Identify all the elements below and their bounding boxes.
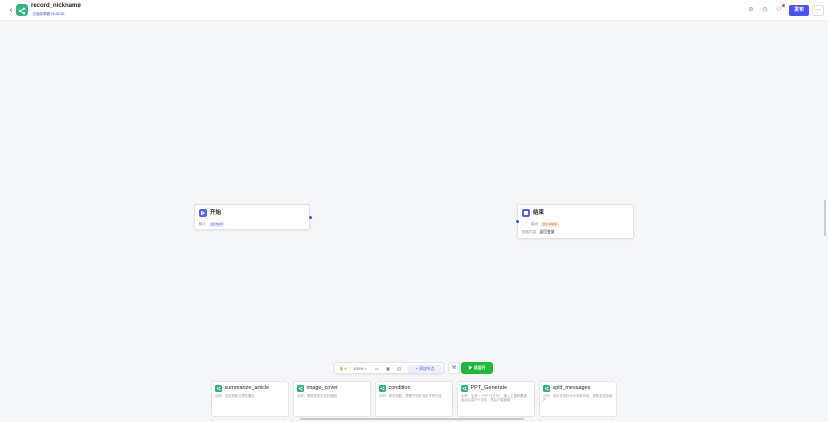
plugin-description: 示例：生成一个PPT幻灯片，输入主题和要求，自动生成PPT文件，然后下载链接 [461, 394, 531, 403]
add-node-button[interactable]: + 添加节点 [408, 364, 442, 373]
info-icon[interactable]: ⓘ [76, 3, 82, 9]
fit-view-icon[interactable]: ◰ [395, 365, 403, 372]
plugin-card[interactable]: summarize_article 示例：总结提取文章的要点 [211, 381, 289, 417]
plugin-icon [543, 385, 550, 392]
top-bar: ‹ record_nickname ✎ⓘ 已保存草稿 15:30:36 ⊘ ◷ … [0, 0, 828, 21]
link-icon[interactable]: ⊘ [746, 6, 756, 14]
test-run-button[interactable]: ▶ 试运行 [461, 362, 493, 374]
vertical-scrollbar[interactable] [824, 200, 826, 236]
end-output-label: 输出 [531, 222, 539, 226]
publish-button[interactable]: 发布 [789, 5, 809, 16]
end-input-port[interactable] [516, 220, 519, 223]
start-node[interactable]: 开始 输入 {x} input [194, 204, 312, 230]
end-node-title: 结束 [533, 210, 545, 216]
pan-mode-icon[interactable]: ✋˅ [338, 365, 348, 372]
end-node-icon [522, 209, 530, 217]
zoom-level[interactable]: 100% ˅ [349, 365, 371, 372]
plugin-title: summarize_article [224, 385, 270, 391]
plugin-icon [215, 385, 222, 392]
notification-dot [782, 4, 785, 7]
save-status-badge: 已保存草稿 15:30:36 [31, 11, 67, 17]
comment-icon[interactable]: ▭ [373, 365, 381, 372]
debug-tool-icon[interactable]: ⚒ [448, 362, 460, 374]
plugin-title: PPT_Generate [470, 385, 508, 391]
output-variable-tag: {x} output [541, 222, 559, 227]
history-icon[interactable]: ◷ [760, 6, 770, 14]
collaborators-icon[interactable]: ⚇ [774, 6, 784, 14]
plugin-card[interactable]: PPT_Generate 示例：生成一个PPT幻灯片，输入主题和要求，自动生成P… [457, 381, 535, 417]
answer-content-label: 回答内容 [522, 230, 537, 234]
plugin-description: 示例：总结提取文章的要点 [215, 394, 255, 398]
plugin-card[interactable]: condition 示例：条件判断，根据不同情况走不同分支 [375, 381, 453, 417]
plugin-title: image_cover [306, 385, 339, 391]
plugin-title: split_messages [552, 385, 591, 391]
start-node-title: 开始 [210, 210, 222, 216]
plugin-title: condition [388, 385, 411, 391]
minimap-icon[interactable]: ▦ [384, 365, 392, 372]
plugin-description: 示例：将长文本拆分为多条消息，逐条发送给用户 [543, 394, 613, 403]
start-output-port[interactable] [309, 216, 312, 219]
plugin-card[interactable]: split_messages 示例：将长文本拆分为多条消息，逐条发送给用户 [539, 381, 617, 417]
start-node-icon [199, 209, 207, 217]
plugin-icon [297, 385, 304, 392]
plugin-icon [461, 385, 468, 392]
end-node[interactable]: 结束 输出 {x} output 回答内容 返回变量 [516, 204, 634, 239]
back-icon[interactable]: ‹ [7, 5, 15, 15]
answer-content-value: 返回变量 [539, 230, 555, 234]
horizontal-scrollbar[interactable] [300, 418, 524, 420]
plugin-description: 示例：根据描述生成封面图 [297, 394, 337, 398]
plugin-description: 示例：条件判断，根据不同情况走不同分支 [379, 394, 442, 398]
plugin-icon [379, 385, 386, 392]
start-input-label: 输入 [199, 222, 207, 226]
workflow-logo-icon [16, 4, 28, 16]
more-options-button[interactable]: ··· [812, 5, 824, 16]
input-variable-tag: {x} input [209, 222, 225, 227]
plugin-card[interactable]: image_cover 示例：根据描述生成封面图 [293, 381, 371, 417]
canvas-toolbar: ✋˅ 100% ˅ ▭ ▦ ◰ + 添加节点 [334, 362, 444, 374]
